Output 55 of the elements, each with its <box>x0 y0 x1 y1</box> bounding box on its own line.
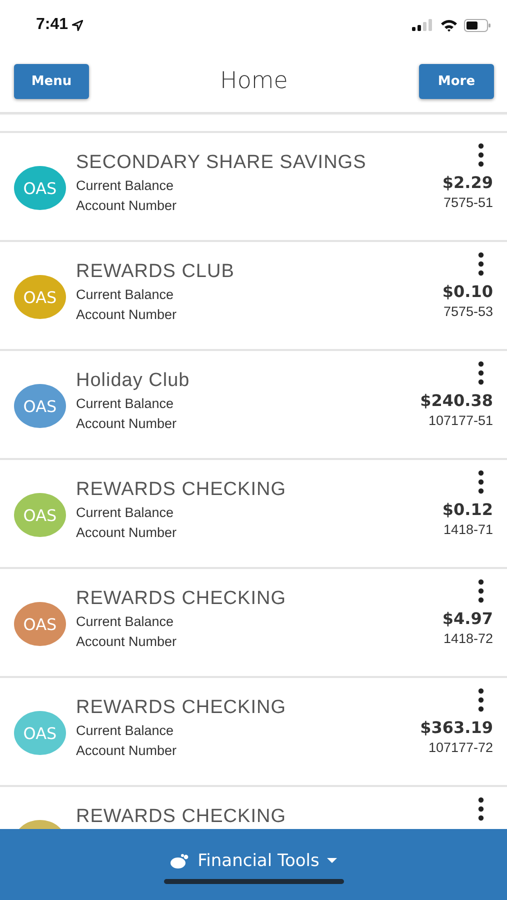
account-name: Holiday Club <box>76 369 191 393</box>
balance-amount: $363.19 <box>420 718 493 738</box>
signal-icon <box>412 19 434 31</box>
wifi-icon <box>440 18 458 32</box>
account-number-label: Account Number <box>76 524 178 542</box>
account-number: 1418-71 <box>443 521 493 539</box>
account-name: REWARDS CHECKING <box>76 478 287 502</box>
location-arrow-icon <box>72 20 84 30</box>
balance-label: Current Balance <box>76 395 175 413</box>
account-avatar: OAS <box>14 493 66 537</box>
balance-label: Current Balance <box>76 286 175 304</box>
account-number-label: Account Number <box>76 197 178 215</box>
account-number-label: Account Number <box>76 742 178 760</box>
financial-tools-button[interactable]: Financial Tools <box>170 851 338 871</box>
account-number: 7575-53 <box>443 303 493 321</box>
account-number: 107177-51 <box>428 412 493 430</box>
account-name: REWARDS CHECKING <box>76 696 287 720</box>
account-name: SECONDARY SHARE SAVINGS <box>76 151 368 175</box>
more-button[interactable]: More <box>418 64 494 98</box>
caret-icon <box>327 858 338 864</box>
more-options-icon[interactable] <box>477 252 485 276</box>
account-name: REWARDS CHECKING <box>76 587 287 611</box>
account-number-label: Account Number <box>76 633 178 651</box>
account-name: REWARDS CHECKING <box>76 805 287 829</box>
balance-label: Current Balance <box>76 504 175 522</box>
account-avatar: OAS <box>14 602 66 646</box>
more-options-icon[interactable] <box>477 361 485 385</box>
more-options-icon[interactable] <box>477 579 485 603</box>
account-number: 7575-51 <box>443 194 493 212</box>
more-options-icon[interactable] <box>477 797 485 821</box>
status-time: 7:41 <box>36 16 68 34</box>
balance-label: Current Balance <box>76 613 175 631</box>
account-number-label: Account Number <box>76 306 178 324</box>
more-options-icon[interactable] <box>477 688 485 712</box>
balance-amount: $4.97 <box>442 609 493 629</box>
page-title: Home <box>220 68 288 94</box>
account-card[interactable]: REWARDS CHECKING <box>0 785 507 829</box>
balance-amount: $2.29 <box>442 173 493 193</box>
account-number: 1418-72 <box>443 630 493 648</box>
balance-amount: $0.12 <box>442 500 493 520</box>
balance-amount: $240.38 <box>420 391 493 411</box>
account-avatar: OAS <box>14 166 66 210</box>
account-name: REWARDS CLUB <box>76 260 236 284</box>
account-number-label: Account Number <box>76 415 178 433</box>
balance-label: Current Balance <box>76 722 175 740</box>
account-avatar: OAS <box>14 711 66 755</box>
more-options-icon[interactable] <box>477 470 485 494</box>
account-avatar: OAS <box>14 275 66 319</box>
more-options-icon[interactable] <box>477 143 485 167</box>
account-avatar: OAS <box>14 384 66 428</box>
battery-icon <box>464 18 491 32</box>
account-number: 107177-72 <box>428 739 493 757</box>
balance-amount: $0.10 <box>442 282 493 302</box>
menu-button[interactable]: Menu <box>14 64 89 98</box>
balance-label: Current Balance <box>76 177 175 195</box>
